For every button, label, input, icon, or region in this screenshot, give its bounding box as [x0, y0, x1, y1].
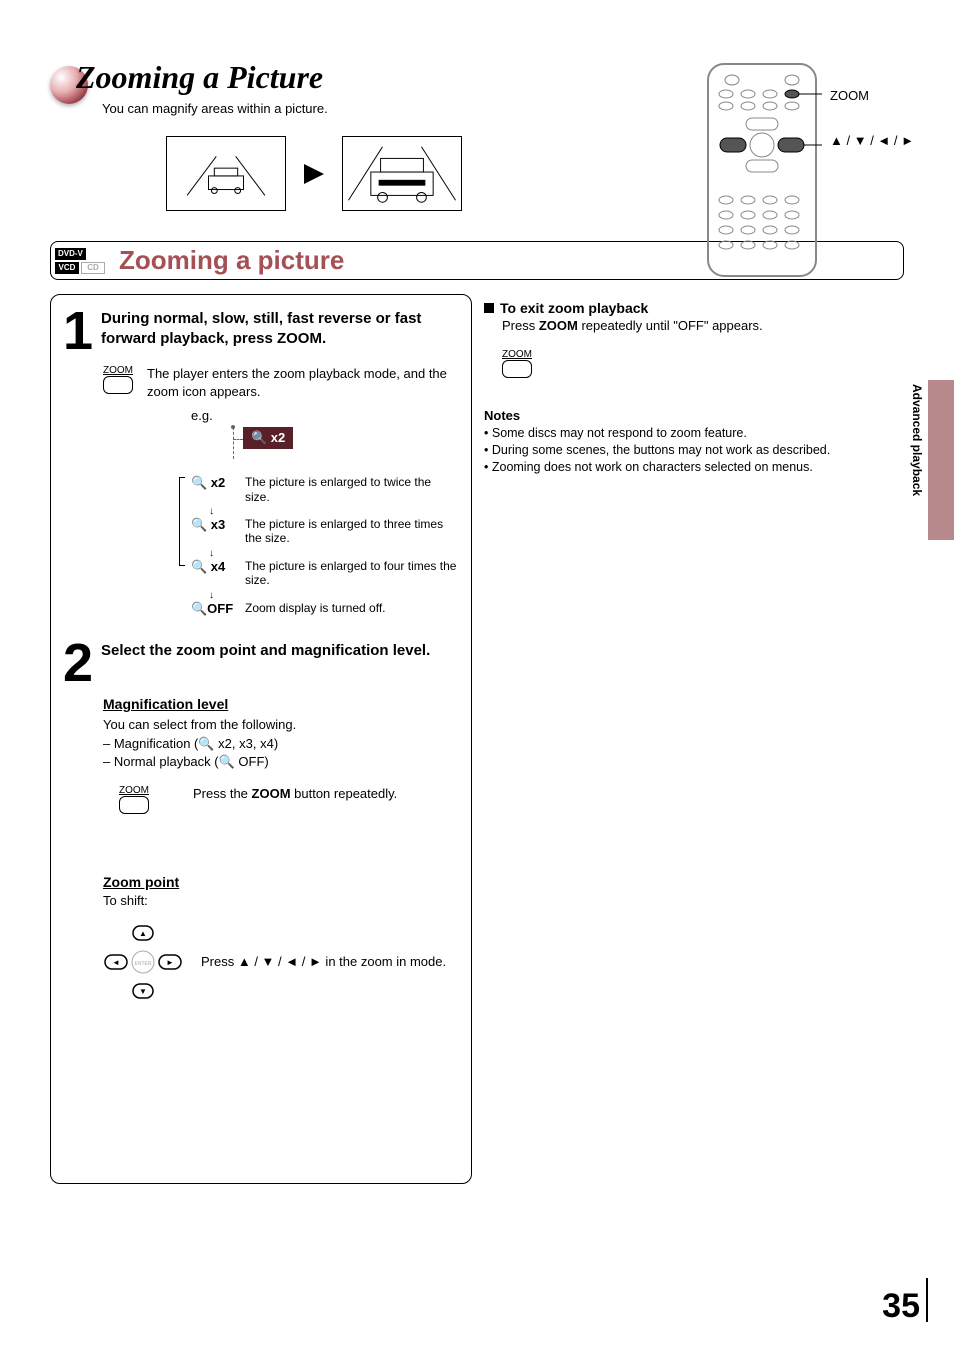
zoom-illustration [166, 136, 462, 211]
step1-desc: The player enters the zoom playback mode… [147, 365, 459, 400]
tag-vcd: VCD [55, 262, 79, 274]
zoom-key-icon: ZOOM [119, 785, 149, 814]
svg-text:►: ► [166, 958, 174, 967]
step-1: 1 During normal, slow, still, fast rever… [63, 309, 459, 355]
zoom-level-key: 🔍OFF [191, 601, 235, 617]
zoom-level-desc: Zoom display is turned off. [245, 601, 459, 615]
svg-text:◄: ◄ [112, 958, 120, 967]
zoom-key-desc: Press the ZOOM button repeatedly. [193, 786, 397, 801]
page-number: 35 [882, 1287, 920, 1326]
page-title: Zooming a Picture [76, 60, 462, 95]
svg-text:▼: ▼ [139, 987, 147, 996]
zoom-level-desc: The picture is enlarged to three times t… [245, 517, 459, 546]
step-heading: Select the zoom point and magnification … [101, 641, 430, 661]
svg-text:▲: ▲ [139, 929, 147, 938]
manual-page: Zooming a Picture You can magnify areas … [0, 0, 954, 1346]
magnification-line2: – Magnification (🔍 x2, x3, x4) [103, 735, 459, 753]
tag-dvd-v: DVD-V [55, 248, 86, 260]
dpad-icon: ▲ ▼ ◄ ► ENTER [103, 922, 183, 1002]
remote-callouts: ZOOM ▲ / ▼ / ◄ / ► [830, 60, 914, 148]
dpad-instruction: ▲ ▼ ◄ ► ENTER Press ▲ / ▼ / ◄ / ► in the… [103, 922, 459, 1002]
note-item: Some discs may not respond to zoom featu… [484, 425, 904, 442]
note-item: Zooming does not work on characters sele… [484, 459, 904, 476]
step-number: 2 [63, 641, 93, 687]
steps-panel: 1 During normal, slow, still, fast rever… [50, 294, 472, 1184]
notes-heading: Notes [484, 408, 904, 423]
page-subtitle: You can magnify areas within a picture. [102, 101, 462, 116]
zoom-level-key: 🔍 x4 [191, 559, 235, 575]
exit-body: Press ZOOM repeatedly until "OFF" appear… [502, 318, 904, 333]
right-panel: To exit zoom playback Press ZOOM repeate… [484, 294, 904, 1184]
magnification-heading: Magnification level [103, 696, 459, 712]
remote-icon [702, 60, 822, 280]
magnification-line1: You can select from the following. [103, 716, 459, 734]
callout-zoom: ZOOM [830, 88, 914, 103]
key-label: ZOOM [103, 365, 133, 376]
zoom-key-icon: ZOOM [502, 349, 904, 378]
zoom-level-list: 🔍 x2 The picture is enlarged to twice th… [191, 475, 459, 616]
zoom-key-icon: ZOOM [103, 365, 133, 400]
zoom-osd-badge: 🔍 x2 [243, 427, 293, 449]
svg-text:ENTER: ENTER [135, 961, 152, 967]
magnification-line3: – Normal playback (🔍 OFF) [103, 753, 459, 771]
title-block: Zooming a Picture You can magnify areas … [76, 60, 462, 211]
square-bullet-icon [484, 303, 494, 313]
car-after-icon [342, 136, 462, 211]
section-title: Zooming a picture [119, 245, 344, 276]
tag-cd: CD [81, 262, 105, 274]
dpad-desc: Press ▲ / ▼ / ◄ / ► in the zoom in mode. [201, 953, 446, 971]
key-label: ZOOM [502, 349, 904, 360]
chapter-tab [928, 380, 954, 540]
zoom-key-instruction: ZOOM Press the ZOOM button repeatedly. [119, 785, 459, 814]
zoom-level-row: 🔍 x2 The picture is enlarged to twice th… [191, 475, 459, 504]
zoom-level-row: 🔍 x3 The picture is enlarged to three ti… [191, 517, 459, 546]
disc-compat-tags: DVD-V VCD CD [55, 248, 105, 274]
page-number-bar [926, 1278, 928, 1322]
callout-dpad: ▲ / ▼ / ◄ / ► [830, 133, 914, 148]
remote-diagram: ZOOM ▲ / ▼ / ◄ / ► [702, 60, 914, 280]
zoom-level-key: 🔍 x3 [191, 517, 235, 533]
notes-list: Some discs may not respond to zoom featu… [484, 425, 904, 476]
step1-body: ZOOM The player enters the zoom playback… [103, 365, 459, 400]
arrow-right-icon [304, 164, 324, 184]
exit-heading: To exit zoom playback [484, 300, 904, 316]
zoom-point-shift: To shift: [103, 892, 459, 910]
zoom-level-desc: The picture is enlarged to twice the siz… [245, 475, 459, 504]
osd-example: 🔍 x2 [243, 427, 459, 449]
example-label: e.g. [191, 408, 459, 423]
step-number: 1 [63, 309, 93, 355]
note-item: During some scenes, the buttons may not … [484, 442, 904, 459]
step-heading: During normal, slow, still, fast reverse… [101, 309, 459, 348]
chapter-label: Advanced playback [910, 384, 924, 496]
key-label: ZOOM [119, 785, 149, 796]
zoom-point-heading: Zoom point [103, 874, 459, 890]
car-before-icon [166, 136, 286, 211]
zoom-level-desc: The picture is enlarged to four times th… [245, 559, 459, 588]
zoom-level-key: 🔍 x2 [191, 475, 235, 491]
step-2: 2 Select the zoom point and magnificatio… [63, 641, 459, 687]
zoom-level-row: 🔍 x4 The picture is enlarged to four tim… [191, 559, 459, 588]
zoom-level-row: 🔍OFF Zoom display is turned off. [191, 601, 459, 617]
exit-heading-text: To exit zoom playback [500, 300, 648, 316]
content-columns: 1 During normal, slow, still, fast rever… [50, 294, 904, 1184]
